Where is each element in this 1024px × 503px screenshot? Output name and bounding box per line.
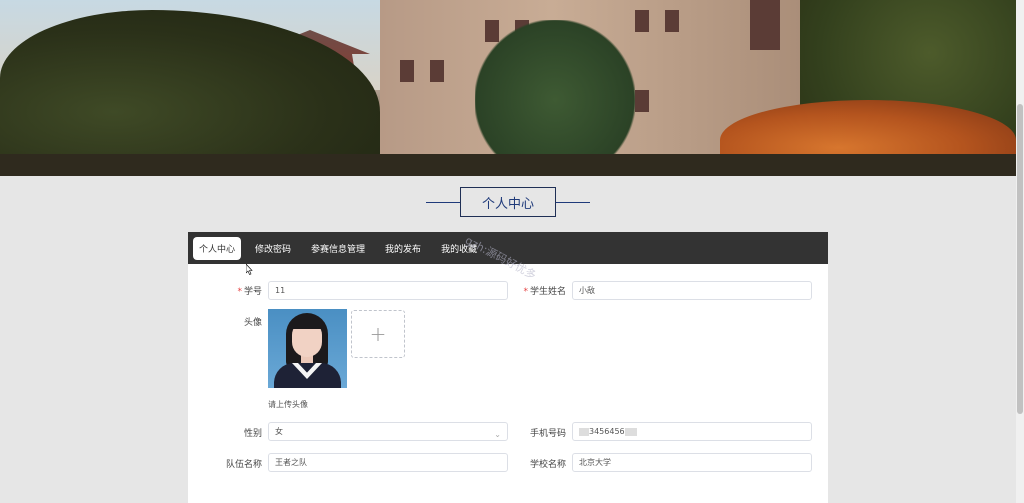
gender-value: 女 — [275, 427, 283, 436]
avatar-image[interactable] — [268, 309, 347, 388]
school-input[interactable]: 北京大学 — [572, 453, 812, 472]
banner-tree — [475, 20, 635, 176]
phone-blur-left — [579, 427, 589, 436]
gender-label: 性别 — [243, 429, 262, 439]
team-input[interactable]: 王者之队 — [268, 453, 508, 472]
tab-change-password[interactable]: 修改密码 — [249, 237, 297, 260]
required-mark: * — [523, 287, 528, 297]
page-title: 个人中心 — [460, 187, 556, 217]
student-id-input[interactable]: 11 — [268, 281, 508, 300]
scrollbar-thumb[interactable] — [1017, 104, 1023, 414]
title-line-left — [426, 202, 462, 203]
tab-personal-center[interactable]: 个人中心 — [193, 236, 242, 260]
student-name-input[interactable]: 小敌 — [572, 281, 812, 300]
phone-input[interactable]: 3456456 — [572, 422, 812, 441]
avatar-label: 头像 — [243, 318, 262, 328]
page-scrollbar[interactable] — [1016, 0, 1024, 503]
avatar-upload-button[interactable]: + — [351, 310, 405, 358]
phone-label: 手机号码 — [529, 429, 566, 439]
chevron-down-icon: ⌄ — [494, 430, 501, 439]
team-label: 队伍名称 — [225, 460, 262, 470]
school-label: 学校名称 — [529, 460, 566, 470]
phone-blur-right — [624, 427, 637, 436]
mouse-cursor-icon — [246, 264, 253, 275]
tab-my-posts[interactable]: 我的发布 — [379, 237, 427, 260]
banner-ground — [0, 154, 1016, 176]
student-id-label: * 学号 — [237, 287, 262, 297]
gender-select[interactable]: 女 ⌄ — [268, 422, 508, 441]
campus-banner-image — [0, 0, 1016, 176]
tab-competition-info[interactable]: 参赛信息管理 — [305, 237, 371, 260]
page-title-section: 个人中心 — [426, 187, 590, 217]
required-mark: * — [237, 287, 242, 297]
phone-value: 3456456 — [589, 427, 625, 436]
plus-icon: + — [369, 322, 387, 346]
title-line-right — [554, 202, 590, 203]
avatar-upload-hint: 请上传头像 — [268, 400, 308, 409]
student-name-label: * 学生姓名 — [523, 287, 566, 297]
